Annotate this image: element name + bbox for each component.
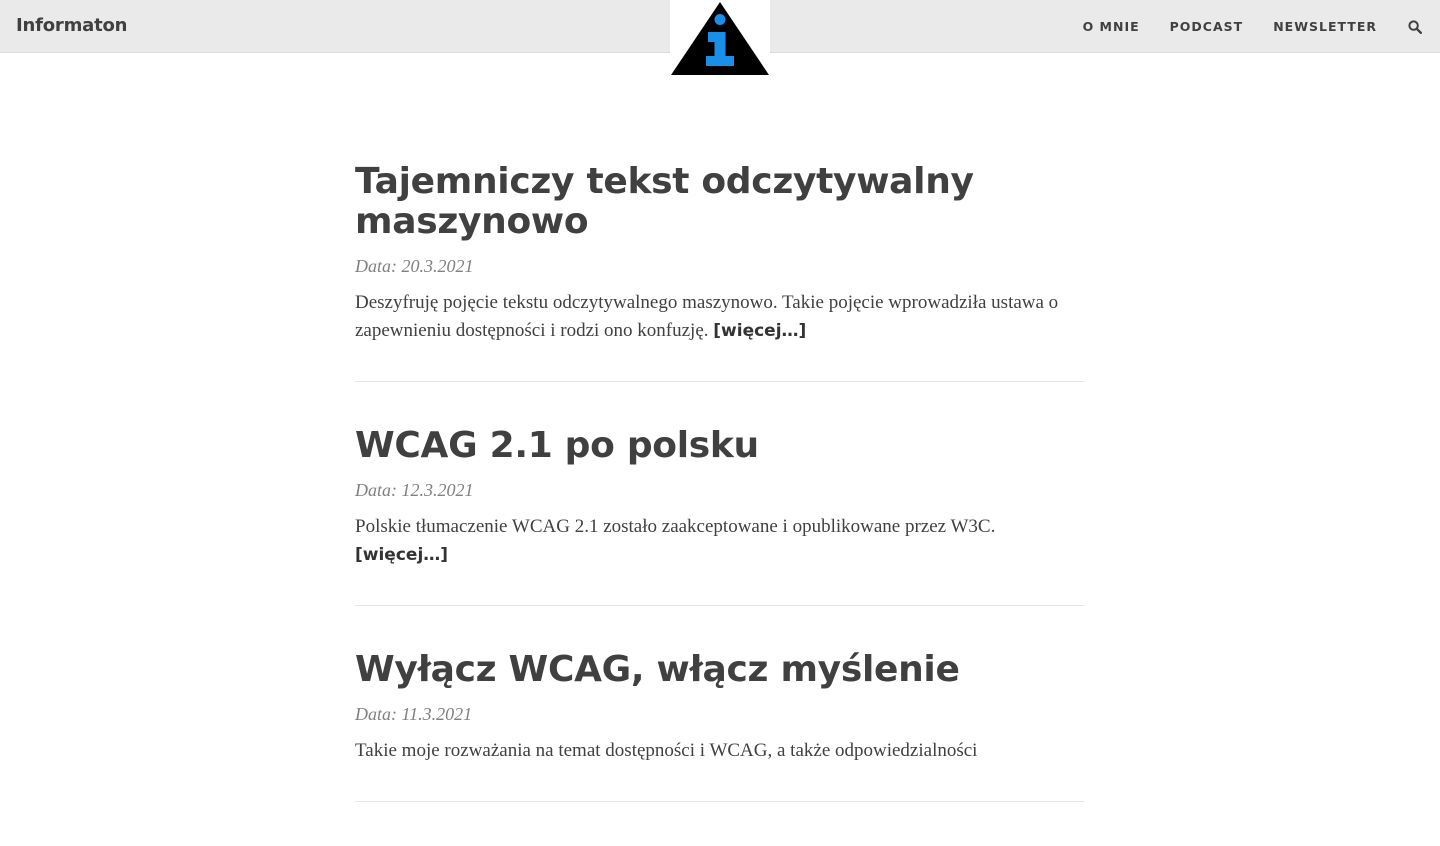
search-icon [1408,19,1422,34]
post-date: Data: 12.3.2021 [355,480,474,500]
post-excerpt-text: Deszyfruję pojęcie tekstu odczytywalnego… [355,292,1059,341]
nav-link-podcast[interactable]: PODCAST [1170,19,1244,34]
post-excerpt: Polskie tłumaczenie WCAG 2.1 zostało zaa… [355,513,1084,569]
site-logo[interactable] [670,0,770,76]
brand-link[interactable]: Informaton [16,15,127,36]
main-nav: O MNIE PODCAST NEWSLETTER [1083,0,1440,53]
post-date: Data: 11.3.2021 [355,704,473,724]
read-more-link[interactable]: [więcej…] [713,321,806,341]
post-excerpt: Takie moje rozważania na temat dostępnoś… [355,737,1084,765]
post-title[interactable]: WCAG 2.1 po polsku [355,426,1084,466]
post-excerpt-text: Takie moje rozważania na temat dostępnoś… [355,740,978,761]
post-excerpt-text: Polskie tłumaczenie WCAG 2.1 zostało zaa… [355,516,996,537]
nav-link-newsletter[interactable]: NEWSLETTER [1273,19,1377,34]
navbar: Informaton O MNIE PODCAST NEWSLETTER [0,0,1440,76]
post-title[interactable]: Wyłącz WCAG, włącz myślenie [355,650,1084,690]
post-preview: WCAG 2.1 po polsku Data: 12.3.2021 Polsk… [355,426,1084,606]
nav-link-o-mnie[interactable]: O MNIE [1083,19,1140,34]
search-button[interactable] [1407,19,1423,35]
info-triangle-icon [671,2,769,75]
post-preview: Tajemniczy tekst odczytywalny maszynowo … [355,162,1084,382]
post-preview: Wyłącz WCAG, włącz myślenie Data: 11.3.2… [355,650,1084,802]
post-list: Tajemniczy tekst odczytywalny maszynowo … [355,162,1084,846]
post-date: Data: 20.3.2021 [355,256,474,276]
read-more-link[interactable]: [więcej…] [355,545,448,565]
post-excerpt: Deszyfruję pojęcie tekstu odczytywalnego… [355,289,1084,345]
post-title[interactable]: Tajemniczy tekst odczytywalny maszynowo [355,162,1084,242]
